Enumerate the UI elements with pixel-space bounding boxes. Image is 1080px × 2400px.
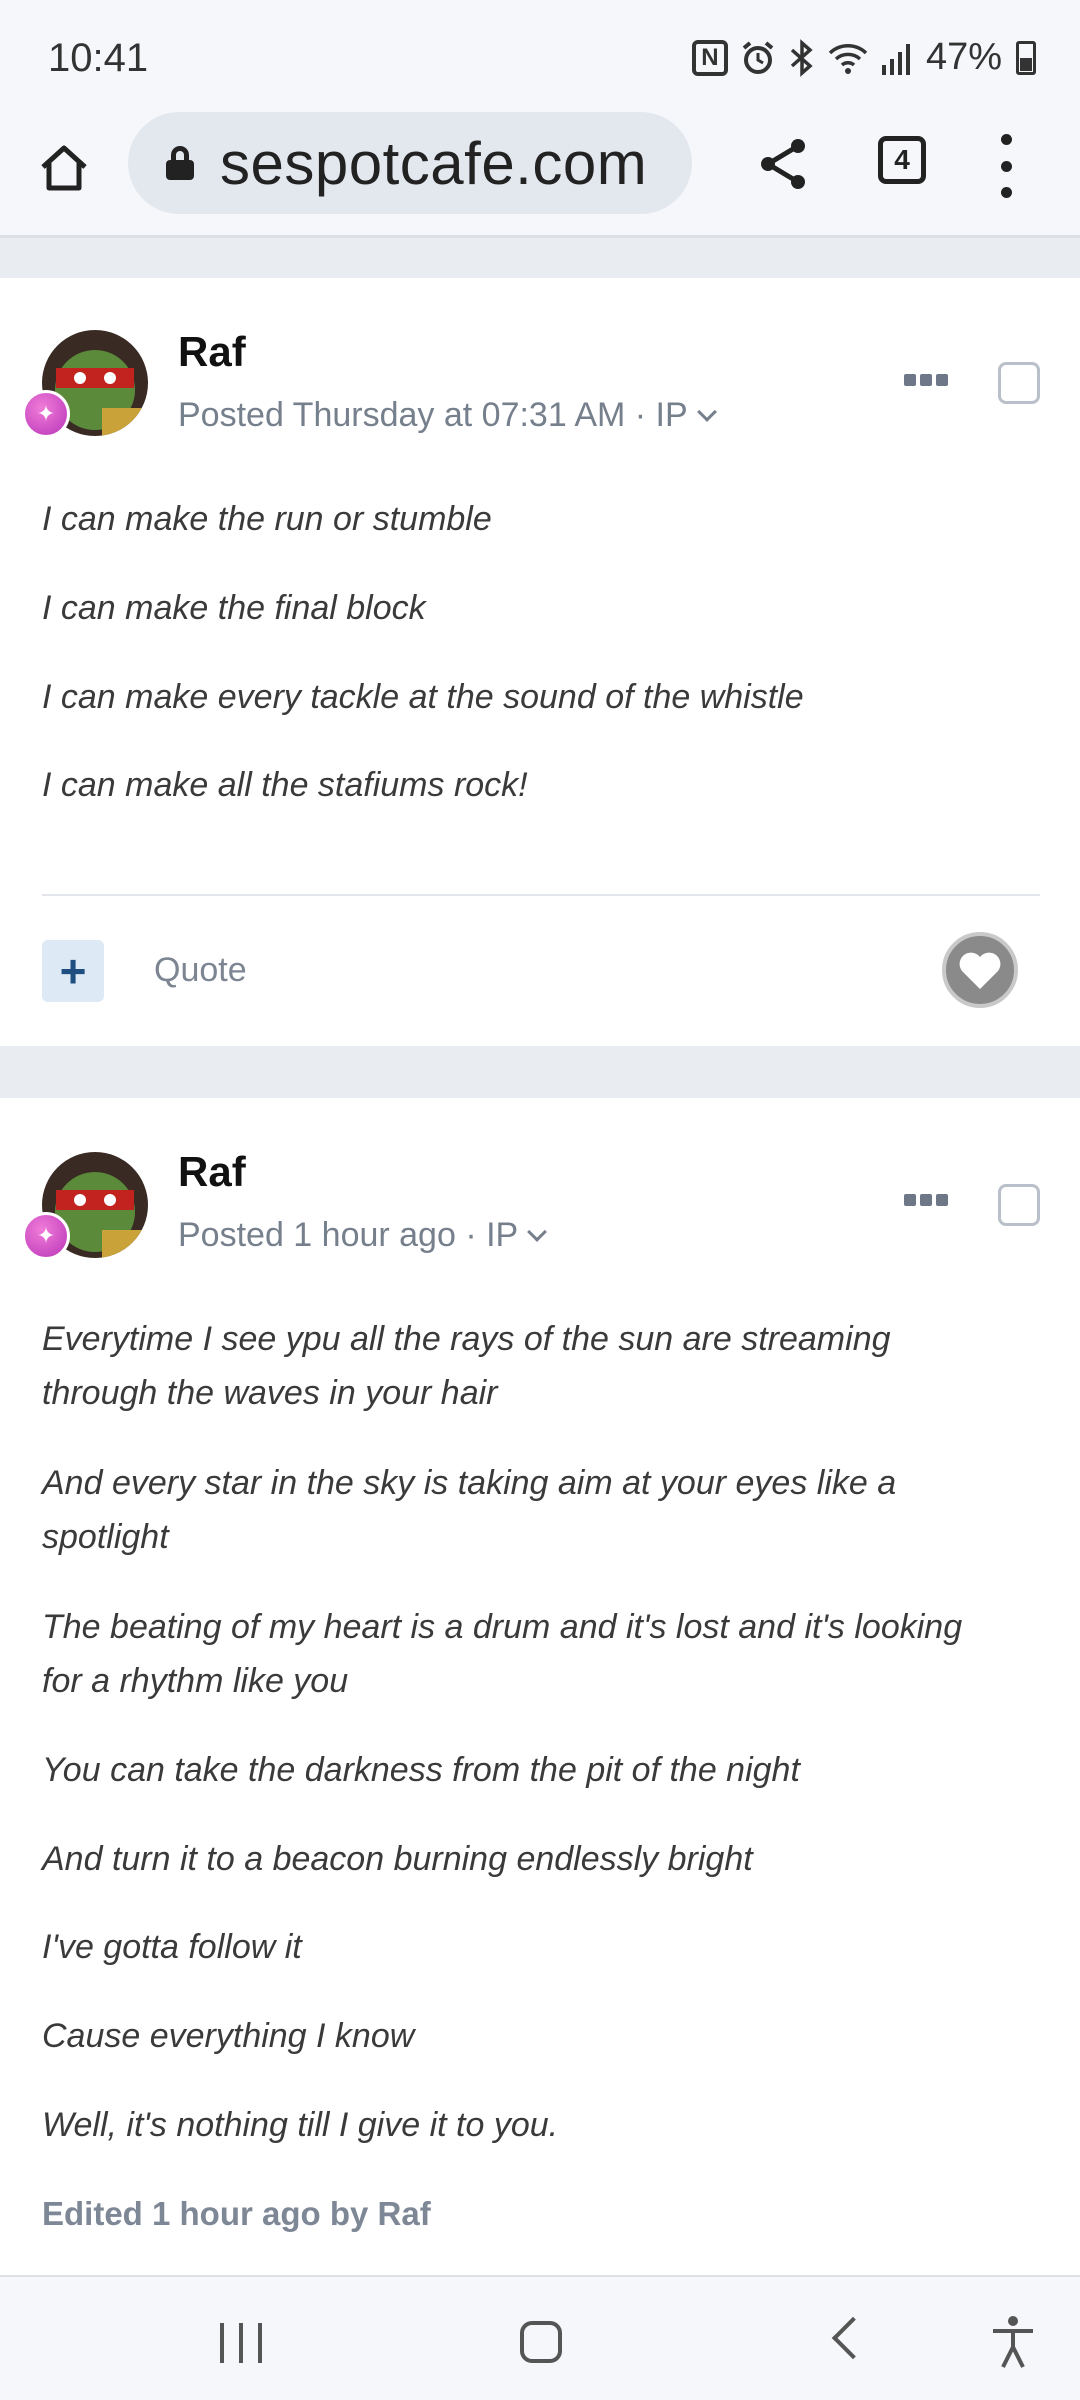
edited-note: Edited 1 hour ago by Raf bbox=[42, 2195, 431, 2232]
post-line: The beating of my heart is a drum and it… bbox=[42, 1608, 963, 1646]
home-nav-button[interactable] bbox=[520, 2321, 562, 2363]
quote-button[interactable]: Quote bbox=[154, 951, 247, 990]
recents-button[interactable] bbox=[220, 2323, 262, 2363]
divider bbox=[42, 894, 1040, 896]
heart-icon bbox=[959, 952, 1001, 989]
post-line: I've gotta follow it bbox=[42, 1928, 302, 1966]
status-bar: 10:41 N 47% bbox=[0, 0, 1080, 112]
alarm-icon bbox=[742, 40, 774, 74]
battery-percent: 47% bbox=[925, 36, 1002, 78]
post-author[interactable]: Raf bbox=[178, 328, 246, 376]
chevron-down-icon[interactable] bbox=[527, 1221, 548, 1242]
browser-toolbar: sespotcafe.com 4 bbox=[0, 112, 1080, 238]
select-post-checkbox[interactable] bbox=[998, 362, 1040, 404]
share-icon bbox=[761, 139, 805, 189]
post-meta: Posted Thursday at 07:31 AM · IP bbox=[178, 396, 717, 435]
back-button[interactable] bbox=[831, 2316, 875, 2360]
post-line: through the waves in your hair bbox=[42, 1374, 498, 1412]
post-line: spotlight bbox=[42, 1518, 169, 1556]
more-options-button[interactable] bbox=[992, 134, 1020, 198]
chevron-down-icon[interactable] bbox=[696, 401, 717, 422]
tab-switcher-button[interactable]: 4 bbox=[878, 136, 926, 184]
post-timestamp: Posted 1 hour ago · IP bbox=[178, 1216, 519, 1254]
home-icon bbox=[41, 145, 87, 191]
post-line: Everytime I see ypu all the rays of the … bbox=[42, 1320, 891, 1358]
signal-icon bbox=[881, 43, 910, 75]
post-line: I can make the run or stumble bbox=[42, 500, 492, 538]
wifi-icon bbox=[828, 43, 868, 74]
post-author[interactable]: Raf bbox=[178, 1148, 246, 1196]
nfc-icon: N bbox=[691, 39, 728, 76]
post-line: I can make the final block bbox=[42, 589, 426, 627]
post: ✦ Raf Posted Thursday at 07:31 AM · IP I… bbox=[0, 278, 1080, 1046]
post-line: You can take the darkness from the pit o… bbox=[42, 1751, 800, 1789]
post-line: for a rhythm like you bbox=[42, 1662, 349, 1700]
system-nav-bar bbox=[0, 2275, 1080, 2400]
status-time: 10:41 bbox=[48, 36, 149, 80]
accessibility-button[interactable] bbox=[990, 2315, 1036, 2369]
post-line: Well, it's nothing till I give it to you… bbox=[42, 2106, 559, 2144]
post-more-button[interactable] bbox=[904, 374, 948, 388]
post-meta: Posted 1 hour ago · IP bbox=[178, 1216, 548, 1255]
share-button[interactable] bbox=[752, 132, 816, 196]
member-badge-icon: ✦ bbox=[22, 1212, 70, 1260]
post-line: And every star in the sky is taking aim … bbox=[42, 1464, 897, 1502]
home-button[interactable] bbox=[32, 132, 96, 204]
url-text: sespotcafe.com bbox=[220, 129, 648, 197]
post-timestamp: Posted Thursday at 07:31 AM · IP bbox=[178, 396, 688, 434]
post-line: I can make every tackle at the sound of … bbox=[42, 678, 804, 716]
post-line: And turn it to a beacon burning endlessl… bbox=[42, 1840, 753, 1878]
lock-icon bbox=[166, 146, 194, 180]
battery-icon bbox=[1016, 40, 1036, 75]
post-line: I can make all the stafiums rock! bbox=[42, 766, 528, 804]
member-badge-icon: ✦ bbox=[22, 390, 70, 438]
select-post-checkbox[interactable] bbox=[998, 1184, 1040, 1226]
post: ✦ Raf Posted 1 hour ago · IP Everytime I… bbox=[0, 1098, 1080, 2275]
status-icons: N 47% bbox=[691, 36, 1036, 79]
address-bar[interactable]: sespotcafe.com bbox=[128, 112, 692, 214]
post-more-button[interactable] bbox=[904, 1194, 948, 1208]
bluetooth-icon bbox=[790, 38, 813, 77]
multiquote-button[interactable]: + bbox=[42, 940, 104, 1002]
post-line: Cause everything I know bbox=[42, 2017, 415, 2055]
accessibility-icon bbox=[993, 2316, 1033, 2368]
reaction-button[interactable] bbox=[942, 932, 1018, 1008]
